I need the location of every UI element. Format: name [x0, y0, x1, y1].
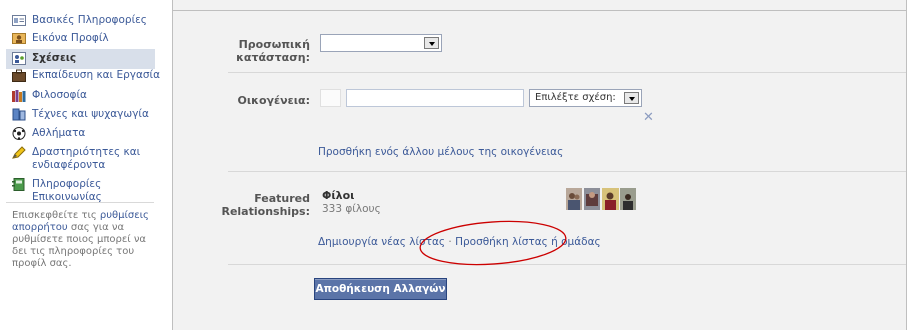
- id-card-icon: [12, 14, 26, 27]
- family-member-name-input[interactable]: [346, 89, 524, 107]
- family-member-photo-placeholder: [320, 89, 341, 107]
- sidebar-item-label: Τέχνες και ψυχαγωγία: [32, 108, 149, 120]
- sidebar-item-label: Εκπαίδευση και Εργασία: [32, 69, 161, 81]
- save-changes-button[interactable]: Αποθήκευση Αλλαγών: [314, 278, 447, 300]
- relationship-status-label: Προσωπική κατάσταση:: [236, 38, 310, 64]
- family-relation-select[interactable]: Επιλέξτε σχέση:: [529, 89, 642, 107]
- briefcase-icon: [12, 69, 26, 82]
- friend-photo-thumbnail[interactable]: [584, 188, 600, 210]
- friend-photo-thumbnail[interactable]: [566, 188, 582, 210]
- section-divider: [228, 264, 906, 265]
- sidebar-item-profile-picture[interactable]: Εικόνα Προφίλ: [12, 32, 109, 50]
- film-icon: [12, 108, 26, 121]
- sidebar-item-arts-entertainment[interactable]: Τέχνες και ψυχαγωγία: [12, 108, 149, 126]
- featured-list-count: 333 φίλους: [322, 203, 381, 215]
- sidebar-item-contact-info[interactable]: Πληροφορίες Επικοινωνίας: [12, 178, 160, 203]
- featured-links: Δημιουργία νέας λίστας · Προσθήκη λίστας…: [318, 236, 601, 249]
- sidebar-item-activities-interests[interactable]: Δραστηριότητες και ενδιαφέροντα: [12, 146, 140, 176]
- featured-relationships-label: Featured Relationships:: [221, 192, 310, 218]
- pencil-icon: [12, 146, 26, 159]
- chevron-down-icon[interactable]: [624, 92, 639, 104]
- sidebar-item-label: Φιλοσοφία: [32, 89, 87, 101]
- friend-photo-thumbnail[interactable]: [620, 188, 636, 210]
- section-divider: [228, 72, 906, 73]
- relationships-icon: [12, 52, 26, 65]
- friend-photo-thumbnail[interactable]: [602, 188, 619, 210]
- soccer-ball-icon: [12, 127, 26, 140]
- remove-family-member-icon[interactable]: ✕: [643, 111, 654, 124]
- sidebar-item-sports[interactable]: Αθλήματα: [12, 127, 85, 145]
- sidebar-item-education-work[interactable]: Εκπαίδευση και Εργασία: [12, 69, 160, 87]
- section-divider: [228, 171, 906, 172]
- sidebar-item-label: Βασικές Πληροφορίες: [32, 14, 147, 26]
- sidebar-item-philosophy[interactable]: Φιλοσοφία: [12, 89, 87, 107]
- sidebar-item-label: Αθλήματα: [32, 127, 86, 139]
- contact-book-icon: [12, 178, 26, 191]
- sidebar-item-relationships[interactable]: Σχέσεις: [6, 49, 155, 69]
- sidebar-divider: [6, 202, 154, 203]
- chevron-down-icon[interactable]: [424, 37, 439, 49]
- sidebar-item-label: Εικόνα Προφίλ: [32, 32, 109, 44]
- add-list-or-group-link[interactable]: Προσθήκη λίστας ή ομάδας: [455, 236, 601, 248]
- add-family-member-link[interactable]: Προσθήκη ενός άλλου μέλους της οικογένει…: [318, 146, 563, 159]
- sidebar-item-label: Δραστηριότητες και ενδιαφέροντα: [32, 146, 141, 171]
- privacy-note: Επισκεφθείτε τις ρυθμίσεις απορρήτου σας…: [12, 210, 149, 269]
- sidebar-item-label: Πληροφορίες Επικοινωνίας: [32, 178, 102, 203]
- family-label: Οικογένεια:: [237, 94, 310, 107]
- link-separator: ·: [445, 236, 456, 248]
- sidebar-item-basic-info[interactable]: Βασικές Πληροφορίες: [12, 14, 147, 32]
- profile-picture-icon: [12, 32, 26, 45]
- books-icon: [12, 89, 26, 102]
- relationship-status-select[interactable]: [320, 34, 442, 52]
- sidebar-item-label: Σχέσεις: [32, 52, 77, 64]
- create-new-list-link[interactable]: Δημιουργία νέας λίστας: [318, 236, 445, 248]
- profile-edit-sidebar: Βασικές Πληροφορίες Εικόνα Προφίλ Σχέσει…: [0, 0, 160, 330]
- panel-top-border: [173, 10, 906, 11]
- featured-list-title[interactable]: Φίλοι: [322, 189, 354, 202]
- relationships-form-panel: Προσωπική κατάσταση: Οικογένεια: Επιλέξτ…: [172, 0, 907, 330]
